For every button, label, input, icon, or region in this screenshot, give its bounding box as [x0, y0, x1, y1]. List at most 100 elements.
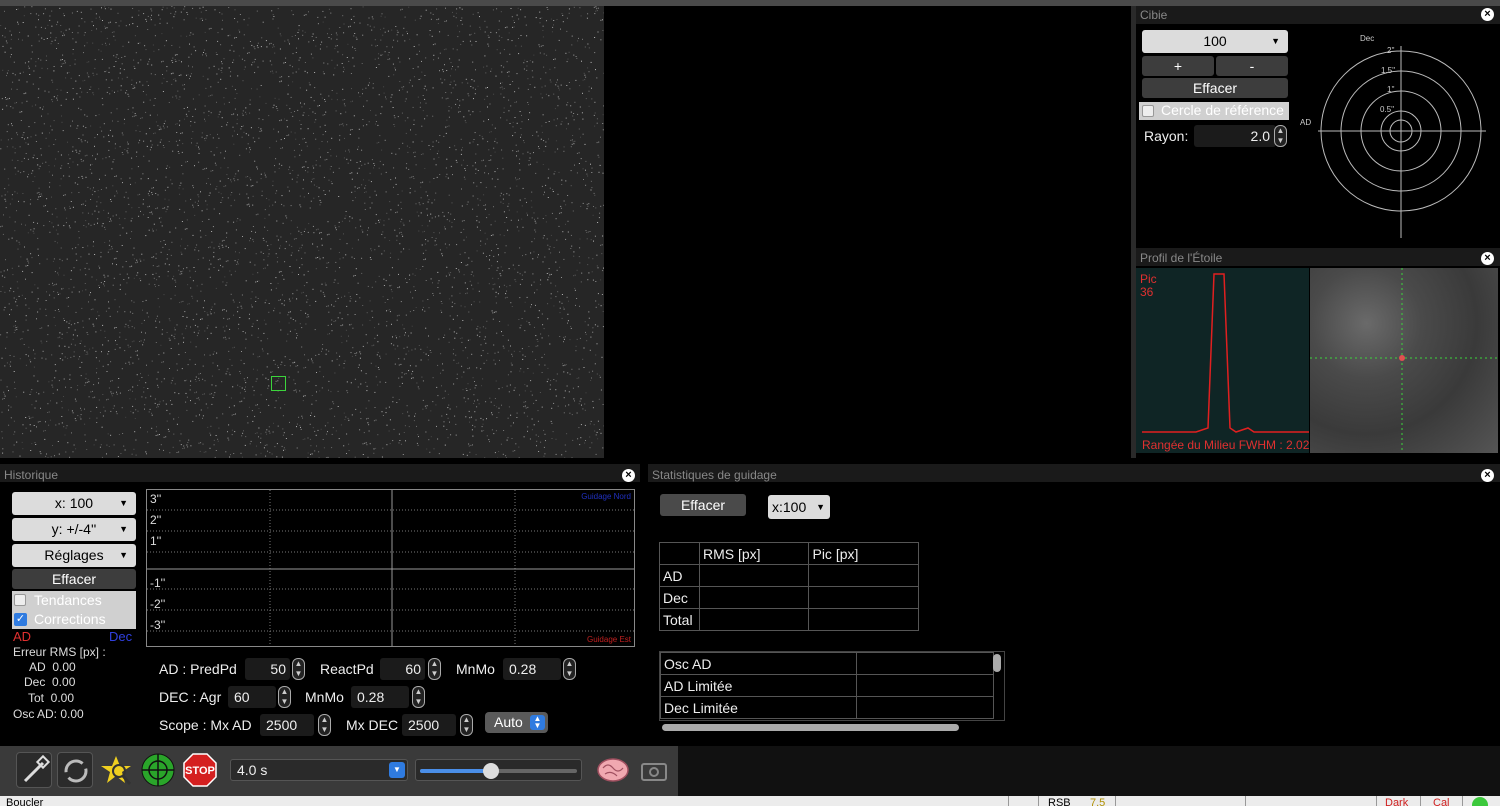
- y-tick-neg3: -3'': [150, 618, 166, 632]
- ra-minmo-label: MnMo: [456, 661, 495, 677]
- close-icon[interactable]: ×: [1481, 469, 1494, 482]
- legend-dec: Dec: [109, 629, 133, 644]
- legend-ra: AD: [13, 629, 32, 644]
- star-thumbnail: [1310, 268, 1498, 453]
- react-input[interactable]: 60: [380, 658, 425, 680]
- rms-header: Erreur RMS [px] :: [13, 645, 106, 659]
- close-icon[interactable]: ×: [1481, 252, 1494, 265]
- history-clear-button[interactable]: Effacer: [12, 569, 136, 589]
- axis-dec-label: Dec: [1360, 34, 1374, 43]
- brain-icon: [597, 758, 629, 782]
- scope-mxad-label: Scope : Mx AD: [159, 717, 252, 733]
- chevron-down-icon: ▼: [389, 762, 405, 778]
- cible-plus-button[interactable]: +: [1142, 56, 1214, 76]
- ref-circle-label: Cercle de référence: [1161, 102, 1284, 118]
- radius-stepper[interactable]: ▲ ▼: [1274, 125, 1287, 147]
- dec-minmo-input[interactable]: 0.28: [351, 686, 409, 708]
- auto-select-star-button[interactable]: [98, 752, 134, 788]
- osc-list[interactable]: Osc AD AD Limitée Dec Limitée: [659, 651, 1005, 721]
- list-item-label: AD Limitée: [660, 674, 857, 697]
- usb-plug-icon: [23, 754, 51, 783]
- camera-view[interactable]: [0, 6, 604, 458]
- history-y-select[interactable]: y: +/-4'' ▼: [12, 518, 136, 541]
- horizontal-scrollbar[interactable]: [662, 724, 959, 731]
- scope-mxad-input[interactable]: 2500: [260, 714, 314, 736]
- ring-label-0-5: 0.5'': [1380, 105, 1395, 114]
- chevron-down-icon: ▼: [816, 502, 825, 512]
- calibration-button[interactable]: [636, 752, 672, 788]
- use-camera-button[interactable]: [16, 752, 52, 788]
- stats-header-empty: [659, 542, 700, 565]
- dec-agr-label: DEC : Agr: [159, 689, 222, 705]
- history-panel: Historique × x: 100 ▼ y: +/-4'' ▼ Réglages…: [0, 464, 640, 744]
- history-settings-select[interactable]: Réglages ▼: [12, 544, 136, 567]
- dark-indicator: Dark: [1385, 797, 1409, 806]
- radius-label: Rayon:: [1144, 128, 1189, 144]
- list-item: AD Limitée: [660, 674, 994, 697]
- loop-button[interactable]: [57, 752, 93, 788]
- mxdec-input[interactable]: 2500: [402, 714, 456, 736]
- star-selection-box[interactable]: [271, 376, 286, 391]
- close-icon[interactable]: ×: [1481, 8, 1494, 21]
- slider-knob[interactable]: [482, 763, 499, 779]
- y-tick-3: 3'': [150, 492, 162, 506]
- stats-title: Statistiques de guidage: [652, 468, 777, 482]
- corrections-checkbox-row[interactable]: ✓ Corrections: [12, 610, 136, 629]
- gamma-slider[interactable]: [415, 759, 582, 781]
- trends-checkbox-row[interactable]: Tendances: [12, 591, 136, 610]
- fwhm-text: Rangée du Milieu FWHM : 2.02: [1142, 438, 1310, 452]
- guide-button[interactable]: [140, 752, 176, 788]
- stop-button[interactable]: STOP: [182, 752, 218, 788]
- ra-minmo-input[interactable]: 0.28: [503, 658, 561, 680]
- radius-input[interactable]: 2.0: [1194, 125, 1276, 147]
- corrections-checkbox[interactable]: ✓: [14, 613, 27, 626]
- slider-fill: [420, 769, 491, 773]
- cible-clear-button[interactable]: Effacer: [1142, 78, 1288, 98]
- osc-ra: Osc AD: 0.00: [13, 707, 84, 721]
- loop-icon: [64, 759, 88, 783]
- vertical-scrollbar[interactable]: [993, 654, 1001, 672]
- brain-button[interactable]: [595, 752, 631, 788]
- cible-panel: Cibie × 100 ▼ + - Effacer Cercle de référ…: [1136, 6, 1500, 242]
- ref-circle-checkbox[interactable]: [1142, 105, 1154, 117]
- table-row: Total: [659, 608, 919, 631]
- stats-panel: Statistiques de guidage × Effacer x:100 ▼…: [648, 464, 1500, 744]
- ref-circle-checkbox-row[interactable]: Cercle de référence: [1139, 102, 1289, 120]
- stats-x-select[interactable]: x:100 ▼: [768, 495, 830, 519]
- chevron-down-icon: ▼: [119, 550, 128, 560]
- cible-title: Cibie: [1140, 8, 1168, 22]
- exposure-select[interactable]: 4.0 s ▼: [230, 759, 408, 781]
- mxdec-stepper[interactable]: ▲ ▼: [460, 714, 473, 736]
- stats-header-rms: RMS [px]: [698, 542, 810, 565]
- stats-header-peak: Pic [px]: [808, 542, 919, 565]
- close-icon[interactable]: ×: [622, 469, 635, 482]
- stats-row-label: Total: [659, 608, 700, 631]
- cible-scale-select[interactable]: 100 ▼: [1142, 30, 1288, 53]
- table-cell: [698, 586, 810, 609]
- ra-pred-input[interactable]: 50: [245, 658, 290, 680]
- dec-agr-input[interactable]: 60: [228, 686, 276, 708]
- auto-select[interactable]: Auto ▲ ▼: [485, 712, 548, 733]
- scope-mxad-stepper[interactable]: ▲ ▼: [318, 714, 331, 736]
- dec-minmo-label: MnMo: [305, 689, 344, 705]
- camera-noise-image: [0, 6, 604, 458]
- chevron-updown-icon: ▲ ▼: [530, 715, 545, 730]
- stats-clear-button[interactable]: Effacer: [660, 494, 746, 516]
- table-cell: [856, 674, 994, 697]
- table-cell: [698, 608, 810, 631]
- ra-minmo-stepper[interactable]: ▲ ▼: [563, 658, 576, 680]
- table-cell: [856, 696, 994, 719]
- dec-agr-stepper[interactable]: ▲ ▼: [278, 686, 291, 708]
- react-stepper[interactable]: ▲ ▼: [428, 658, 441, 680]
- star-profile-title: Profil de l'Étoile: [1140, 251, 1223, 265]
- profile-graph: [1136, 268, 1309, 453]
- star-search-icon: [101, 756, 132, 785]
- cible-minus-button[interactable]: -: [1216, 56, 1288, 76]
- table-cell: [808, 586, 919, 609]
- ra-pred-stepper[interactable]: ▲ ▼: [292, 658, 305, 680]
- dec-minmo-stepper[interactable]: ▲ ▼: [412, 686, 425, 708]
- trends-checkbox[interactable]: [14, 594, 26, 606]
- history-x-select[interactable]: x: 100 ▼: [12, 492, 136, 515]
- table-cell: [808, 608, 919, 631]
- stop-icon: STOP: [183, 753, 217, 787]
